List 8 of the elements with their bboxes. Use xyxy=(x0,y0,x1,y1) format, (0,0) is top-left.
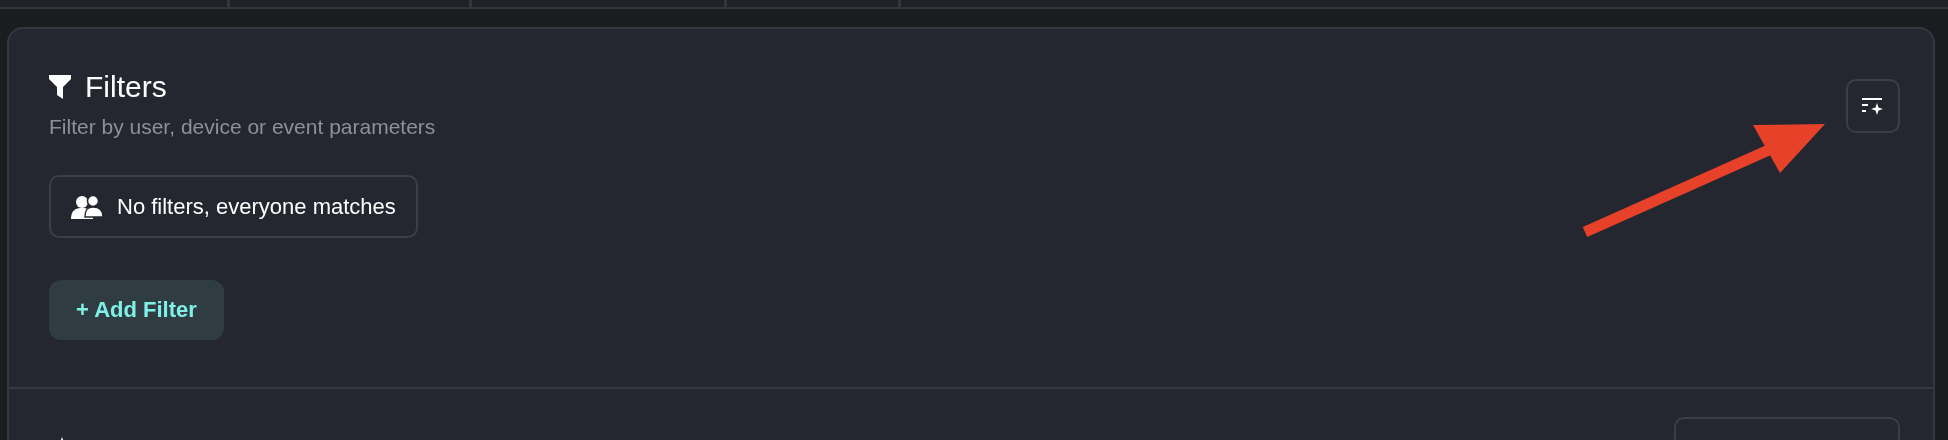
users-icon xyxy=(71,194,103,219)
list-sparkle-icon xyxy=(1862,97,1884,115)
section-title: Filters xyxy=(85,70,167,104)
add-filter-button[interactable]: + Add Filter xyxy=(49,280,224,340)
filter-icon xyxy=(49,75,71,99)
filter-settings-button[interactable] xyxy=(1846,79,1900,133)
section-subtitle: Filter by user, device or event parameters xyxy=(49,115,436,139)
status-chip: No filters, everyone matches xyxy=(49,175,418,238)
